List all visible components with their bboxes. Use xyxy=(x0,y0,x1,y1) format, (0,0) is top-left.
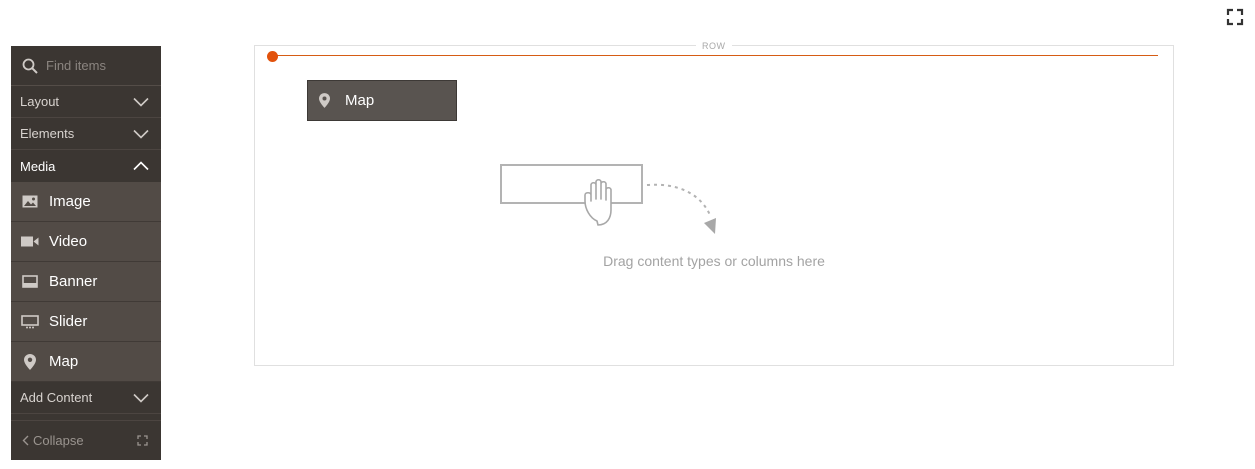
media-item-video[interactable]: Video xyxy=(11,222,161,262)
media-item-image[interactable]: Image xyxy=(11,182,161,222)
section-media[interactable]: Media xyxy=(11,150,161,182)
drop-hint: Drag content types or columns here xyxy=(603,253,825,269)
media-item-label: Map xyxy=(49,353,79,370)
chevron-down-icon xyxy=(133,97,149,107)
chevron-up-icon xyxy=(133,161,149,171)
section-label: Media xyxy=(20,158,56,174)
search-icon xyxy=(22,58,38,74)
content-panel: Layout Elements Media Image Video Banner… xyxy=(11,46,161,460)
drop-indicator-dot xyxy=(267,51,278,62)
media-item-map[interactable]: Map xyxy=(11,342,161,382)
video-icon xyxy=(21,234,39,250)
row-label: ROW xyxy=(696,41,732,51)
map-pin-icon xyxy=(21,353,39,370)
map-pin-icon xyxy=(319,93,333,109)
media-item-label: Image xyxy=(49,193,91,210)
collapse-bar: Collapse xyxy=(11,420,161,460)
media-item-label: Slider xyxy=(49,313,88,330)
search-input[interactable] xyxy=(46,58,146,73)
fullscreen-button[interactable] xyxy=(1226,8,1244,26)
collapse-button[interactable]: Collapse xyxy=(22,433,84,448)
section-label: Layout xyxy=(20,94,60,109)
dragging-map-item[interactable]: Map xyxy=(307,80,457,121)
search-bar xyxy=(11,46,161,86)
media-item-slider[interactable]: Slider xyxy=(11,302,161,342)
media-item-label: Banner xyxy=(49,273,98,290)
chevron-down-icon xyxy=(133,393,149,403)
drag-hand-icon xyxy=(500,164,716,234)
image-icon xyxy=(21,194,39,210)
section-elements[interactable]: Elements xyxy=(11,118,161,150)
chevron-left-icon xyxy=(22,435,29,446)
banner-icon xyxy=(21,274,39,290)
section-label: Elements xyxy=(20,126,75,141)
fullscreen-icon[interactable] xyxy=(137,435,148,446)
collapse-label: Collapse xyxy=(33,433,84,448)
section-add-content[interactable]: Add Content xyxy=(11,382,161,414)
row-container[interactable]: ROW Map Drag content types or columns he… xyxy=(254,41,1174,366)
media-item-banner[interactable]: Banner xyxy=(11,262,161,302)
section-label: Add Content xyxy=(20,390,93,405)
fullscreen-icon xyxy=(1226,8,1244,26)
media-item-label: Video xyxy=(49,233,88,250)
drop-indicator-line xyxy=(272,55,1158,56)
dragging-item-label: Map xyxy=(345,92,375,109)
slider-icon xyxy=(21,314,39,330)
section-layout[interactable]: Layout xyxy=(11,86,161,118)
chevron-down-icon xyxy=(133,129,149,139)
